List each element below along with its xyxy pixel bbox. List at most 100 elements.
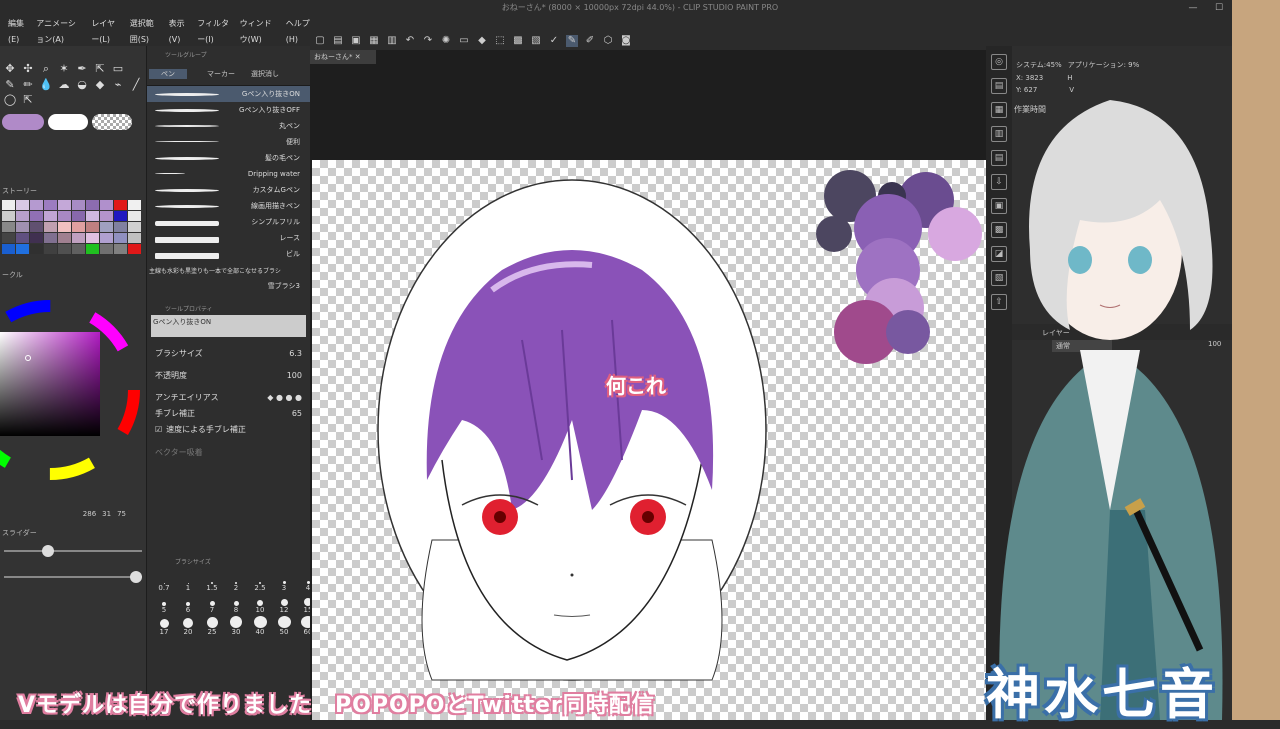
brush-size-row[interactable]: ブラシサイズ 6.3: [147, 345, 310, 361]
brush-size-cell[interactable]: 40: [249, 616, 271, 636]
brush-size-cell[interactable]: 8: [225, 594, 247, 614]
menu-view[interactable]: 表示(V): [169, 16, 188, 44]
save-icon[interactable]: ▣: [350, 35, 362, 47]
brush-size-cell[interactable]: 2.5: [249, 572, 271, 592]
brush-size-cell[interactable]: 30: [225, 616, 247, 636]
magic-wand-icon[interactable]: ✶: [56, 62, 72, 76]
select-icon[interactable]: ✥: [2, 62, 18, 76]
brush-item[interactable]: Gペン入り抜きOFF: [147, 102, 310, 118]
drawing-canvas[interactable]: [312, 160, 986, 720]
stabilization-row[interactable]: 手ブレ補正 65: [147, 405, 310, 421]
opacity-row[interactable]: 不透明度 100: [147, 367, 310, 383]
menu-layer[interactable]: レイヤー(L): [91, 16, 119, 44]
new-file-icon[interactable]: ▢: [314, 35, 326, 47]
pen-icon[interactable]: ✎: [566, 35, 578, 47]
color-wheel[interactable]: [0, 292, 146, 492]
brush-size-cell[interactable]: 6: [177, 594, 199, 614]
brush-size-cell[interactable]: 5: [153, 594, 175, 614]
eyedropper-icon[interactable]: ✒: [74, 62, 90, 76]
antialias-options[interactable]: ◆ ● ● ●: [267, 393, 302, 402]
brush-size-cell[interactable]: 17: [153, 616, 175, 636]
pencil-icon[interactable]: ✏: [20, 78, 36, 91]
brush-size-cell[interactable]: 2: [225, 572, 247, 592]
line-icon[interactable]: ╱: [128, 78, 144, 91]
menu-edit[interactable]: 編集(E): [8, 16, 26, 44]
stabilization-value[interactable]: 65: [292, 409, 302, 418]
blend-icon[interactable]: ☁: [56, 78, 72, 91]
open-file-icon[interactable]: ▤: [332, 35, 344, 47]
navigator-icon[interactable]: ◎: [991, 54, 1007, 70]
zoom-icon[interactable]: ⌕: [38, 62, 54, 76]
marquee-icon[interactable]: ▭: [110, 62, 126, 76]
color-slider-1[interactable]: [4, 545, 142, 557]
water-drop-icon[interactable]: 💧: [38, 78, 54, 91]
sub-color-swatch[interactable]: [48, 114, 88, 130]
brush-size-cell[interactable]: 7: [201, 594, 223, 614]
transparent-swatch[interactable]: [92, 114, 132, 130]
brush-item[interactable]: シンプルフリル: [147, 214, 310, 230]
tab-pen[interactable]: ペン: [149, 69, 187, 79]
export-icon[interactable]: ▦: [368, 35, 380, 47]
brush-size-cell[interactable]: 12: [273, 594, 295, 614]
brush-size-cell[interactable]: 25: [201, 616, 223, 636]
brush-item[interactable]: 髪の毛ペン: [147, 150, 310, 166]
main-color-swatch[interactable]: [2, 114, 44, 130]
bucket-icon[interactable]: ◒: [74, 78, 90, 91]
opacity-value[interactable]: 100: [287, 371, 302, 380]
main-color-swatches: [0, 110, 146, 134]
grid-icon[interactable]: ▩: [512, 35, 524, 47]
operation-icon[interactable]: ⇱: [92, 62, 108, 76]
3d-icon[interactable]: ⬡: [602, 35, 614, 47]
pen-tool-icon[interactable]: ✎: [2, 78, 18, 91]
checkbox-icon[interactable]: ☑: [155, 425, 162, 434]
brush-item[interactable]: ビル: [147, 246, 310, 262]
selection-pen-icon[interactable]: ⇱: [20, 93, 36, 106]
speed-stabilization-row[interactable]: ☑ 速度による手ブレ補正: [147, 421, 310, 437]
brush-size-cell[interactable]: 1.5: [201, 572, 223, 592]
brush-size-cell[interactable]: 20: [177, 616, 199, 636]
fill-icon[interactable]: ◆: [476, 35, 488, 47]
clear-icon[interactable]: ▭: [458, 35, 470, 47]
print-icon[interactable]: ▥: [386, 35, 398, 47]
brush-item[interactable]: 丸ペン: [147, 118, 310, 134]
brush-item[interactable]: Gペン入り抜きON: [147, 86, 310, 102]
color-slider-2[interactable]: [4, 571, 142, 583]
draw-icon[interactable]: ✐: [584, 35, 596, 47]
brush-item[interactable]: Dripping water: [147, 166, 310, 182]
vector-snap-row[interactable]: ベクター吸着: [147, 437, 310, 457]
move-icon[interactable]: ✣: [20, 62, 36, 76]
document-tab[interactable]: おねーさん* ✕: [310, 50, 376, 64]
menu-animation[interactable]: アニメーション(A): [36, 16, 81, 44]
camera-icon[interactable]: ◙: [620, 35, 632, 47]
brush-size-cell[interactable]: 1: [177, 572, 199, 592]
brush-item[interactable]: 主線も水彩も黒塗りも一本で全部こなせるブラシ: [147, 262, 310, 278]
brush-size-cell[interactable]: 0.7: [153, 572, 175, 592]
eraser-icon[interactable]: ◆: [92, 78, 108, 91]
brush-size-cell[interactable]: 50: [273, 616, 295, 636]
tab-marker[interactable]: マーカー: [195, 69, 235, 79]
loading-icon[interactable]: ✺: [440, 35, 452, 47]
brush-size-value[interactable]: 6.3: [289, 349, 302, 358]
brush-item[interactable]: 便利: [147, 134, 310, 150]
airbrush-icon[interactable]: ⌁: [110, 78, 126, 91]
menu-window[interactable]: ウィンドウ(W): [240, 16, 276, 44]
menu-selection[interactable]: 選択範囲(S): [130, 16, 159, 44]
menu-help[interactable]: ヘルプ(H): [286, 16, 310, 44]
menu-filter[interactable]: フィルター(I): [197, 16, 229, 44]
lasso-icon[interactable]: ◯: [2, 93, 18, 106]
tool-property-preview: Gペン入り抜きON: [151, 315, 306, 337]
transform-icon[interactable]: ⬚: [494, 35, 506, 47]
redo-icon[interactable]: ↷: [422, 35, 434, 47]
minimize-icon[interactable]: —: [1180, 0, 1206, 16]
undo-icon[interactable]: ↶: [404, 35, 416, 47]
brush-size-cell[interactable]: 10: [249, 594, 271, 614]
antialias-row[interactable]: アンチエイリアス ◆ ● ● ●: [147, 389, 310, 405]
brush-item[interactable]: カスタムGペン: [147, 182, 310, 198]
brush-item[interactable]: 雪ブラシ3: [147, 278, 310, 294]
brush-size-cell[interactable]: 3: [273, 572, 295, 592]
tab-erase-selection[interactable]: 選択消し: [243, 69, 279, 79]
brush-item[interactable]: レース: [147, 230, 310, 246]
ruler-icon[interactable]: ▧: [530, 35, 542, 47]
pen-pressure-icon[interactable]: ✓: [548, 35, 560, 47]
brush-item[interactable]: 線画用描きペン: [147, 198, 310, 214]
